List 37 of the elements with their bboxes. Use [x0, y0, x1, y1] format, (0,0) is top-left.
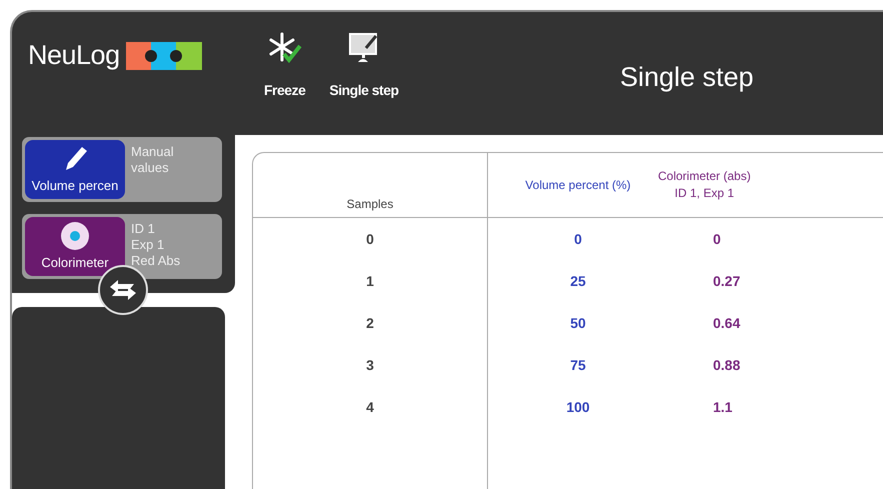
table-cell: 0.27 [713, 273, 740, 289]
light-dot-icon [60, 221, 90, 251]
mode-title: Single step [618, 61, 755, 93]
column-header: ID 1, Exp 1 [674, 185, 734, 202]
column-header: Colorimeter (abs) [658, 168, 751, 185]
sensor-card[interactable]: Volume percen Manual values [22, 137, 222, 202]
table-cell: 0 [366, 231, 374, 247]
table-cell: 0.88 [713, 357, 740, 373]
single-step-button[interactable]: Single step [317, 12, 411, 98]
table-cell: 0 [574, 231, 582, 247]
table-cell: 75 [570, 357, 586, 373]
table-cell: 50 [570, 315, 586, 331]
sensor-info: Red Abs [131, 253, 180, 269]
table-cell: 25 [570, 273, 586, 289]
sensor-info: values [131, 160, 170, 176]
table-cell: 1.1 [713, 399, 732, 415]
sensor-name: Colorimeter [41, 255, 109, 270]
snowflake-check-icon [268, 32, 302, 64]
sensor-info: Exp 1 [131, 237, 166, 253]
column-header: Samples [346, 196, 394, 213]
monitor-pen-icon [348, 32, 380, 64]
sensor-info: Manual [131, 144, 174, 160]
table-cell: 0.64 [713, 315, 740, 331]
sensor-card[interactable]: Colorimeter ID 1 Exp 1 Red Abs [22, 214, 222, 279]
table-cell: 3 [366, 357, 374, 373]
swap-arrows-icon [108, 277, 138, 303]
logo-text: NeuLog [28, 40, 120, 71]
freeze-button[interactable]: Freeze [252, 12, 318, 98]
table-cell: 4 [366, 399, 374, 415]
sensor-name: Volume percen [32, 178, 118, 193]
table-cell: 0 [713, 231, 721, 247]
table-cell: 2 [366, 315, 374, 331]
table-cell: 100 [566, 399, 590, 415]
column-header: Volume percent (%) [525, 176, 631, 194]
sensor-info: ID 1 [131, 221, 156, 237]
logo-icon [126, 42, 202, 70]
table-cell: 1 [366, 273, 374, 289]
